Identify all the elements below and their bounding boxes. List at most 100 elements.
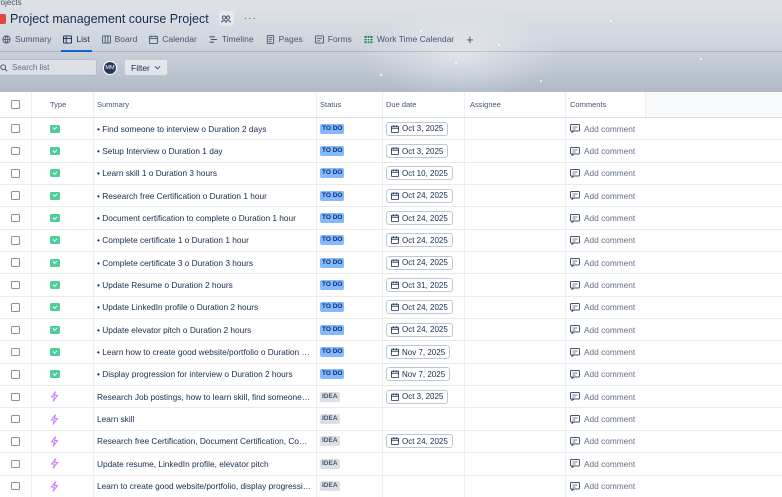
summary-cell[interactable]: • Research free Certification o Duration…: [94, 185, 317, 207]
due-date-chip[interactable]: Oct 24, 2025: [386, 211, 453, 226]
table-row[interactable]: • Complete certificate 3 o Duration 3 ho…: [0, 252, 782, 275]
summary-cell[interactable]: • Complete certificate 1 o Duration 1 ho…: [94, 229, 317, 252]
status-cell[interactable]: TO DO: [317, 185, 383, 207]
status-cell[interactable]: TO DO: [317, 274, 383, 296]
comments-cell[interactable]: Add comment: [566, 118, 646, 139]
status-badge[interactable]: IDEA: [320, 481, 340, 492]
summary-text[interactable]: • Complete certificate 3 o Duration 3 ho…: [97, 258, 253, 268]
summary-cell[interactable]: • Complete certificate 3 o Duration 3 ho…: [94, 252, 317, 274]
add-comment-button[interactable]: Add comment: [570, 347, 635, 357]
summary-cell[interactable]: • Document certification to complete o D…: [94, 207, 317, 229]
table-row[interactable]: Research free Certification, Document Ce…: [0, 430, 782, 454]
summary-cell[interactable]: • Find someone to interview o Duration 2…: [94, 118, 317, 140]
row-checkbox[interactable]: [11, 392, 20, 402]
column-header-due-date[interactable]: Due date: [383, 92, 465, 117]
comments-cell[interactable]: Add comment: [566, 364, 646, 385]
type-cell[interactable]: [32, 185, 94, 207]
type-cell[interactable]: [32, 319, 94, 341]
add-view-button[interactable]: +: [460, 32, 480, 47]
summary-text[interactable]: Research Job postings, how to learn skil…: [97, 392, 311, 402]
summary-text[interactable]: • Setup Interview o Duration 1 day: [97, 146, 223, 156]
type-cell[interactable]: [32, 296, 94, 319]
status-cell[interactable]: IDEA: [317, 430, 383, 453]
tab-work-time-calendar[interactable]: Work Time Calendar: [358, 31, 460, 47]
type-cell[interactable]: [32, 363, 94, 386]
row-checkbox[interactable]: [11, 280, 20, 290]
comments-cell[interactable]: Add comment: [566, 274, 646, 295]
add-comment-button[interactable]: Add comment: [570, 459, 635, 469]
type-cell[interactable]: [32, 274, 94, 296]
assignee-cell[interactable]: [465, 207, 566, 229]
table-row[interactable]: Learn skill IDEA Add comment: [0, 408, 782, 431]
due-date-chip[interactable]: Oct 24, 2025: [386, 233, 453, 248]
select-all-checkbox[interactable]: [11, 100, 20, 109]
row-checkbox[interactable]: [11, 236, 20, 245]
comments-cell[interactable]: Add comment: [566, 163, 646, 184]
summary-cell[interactable]: Research free Certification, Document Ce…: [94, 430, 317, 453]
status-badge[interactable]: TO DO: [320, 257, 345, 268]
due-date-chip[interactable]: Oct 31, 2025: [386, 278, 453, 293]
comments-cell[interactable]: Add comment: [566, 252, 646, 273]
add-comment-button[interactable]: Add comment: [570, 414, 635, 424]
due-date-cell[interactable]: Oct 24, 2025: [383, 430, 465, 453]
summary-cell[interactable]: • Learn how to create good website/portf…: [94, 341, 317, 363]
search-box[interactable]: [0, 59, 97, 76]
assignee-cell[interactable]: [465, 162, 566, 185]
row-checkbox[interactable]: [11, 258, 20, 267]
status-cell[interactable]: TO DO: [317, 296, 383, 319]
comments-cell[interactable]: Add comment: [566, 319, 646, 340]
row-checkbox[interactable]: [11, 347, 20, 357]
due-date-chip[interactable]: Oct 24, 2025: [386, 188, 453, 203]
status-cell[interactable]: IDEA: [317, 386, 383, 408]
assignee-cell[interactable]: [465, 430, 566, 453]
type-cell[interactable]: [32, 408, 94, 430]
add-comment-button[interactable]: Add comment: [570, 302, 635, 312]
tab-summary[interactable]: Summary: [0, 31, 57, 47]
add-comment-button[interactable]: Add comment: [570, 481, 635, 491]
status-cell[interactable]: TO DO: [317, 118, 383, 140]
due-date-cell[interactable]: [383, 475, 465, 497]
summary-text[interactable]: Learn to create good website/portfolio, …: [97, 481, 311, 491]
row-checkbox[interactable]: [11, 437, 20, 446]
due-date-chip[interactable]: Oct 24, 2025: [386, 322, 453, 337]
assignee-cell[interactable]: [465, 408, 566, 430]
due-date-cell[interactable]: [383, 453, 465, 475]
comments-cell[interactable]: Add comment: [566, 297, 646, 318]
summary-text[interactable]: • Learn skill 1 o Duration 3 hours: [97, 168, 217, 178]
due-date-cell[interactable]: Oct 31, 2025: [383, 274, 465, 296]
status-badge[interactable]: TO DO: [320, 168, 345, 179]
status-cell[interactable]: TO DO: [317, 319, 383, 341]
row-checkbox[interactable]: [11, 191, 20, 200]
due-date-cell[interactable]: Oct 24, 2025: [383, 319, 465, 341]
table-row[interactable]: • Learn skill 1 o Duration 3 hours TO DO O…: [0, 162, 782, 186]
summary-cell[interactable]: • Display progression for interview o Du…: [94, 363, 317, 386]
assignee-cell[interactable]: [465, 140, 566, 162]
table-row[interactable]: • Learn how to create good website/portf…: [0, 341, 782, 364]
table-row[interactable]: • Complete certificate 1 o Duration 1 ho…: [0, 229, 782, 253]
comments-cell[interactable]: Add comment: [566, 341, 646, 362]
add-comment-button[interactable]: Add comment: [570, 191, 635, 201]
status-cell[interactable]: TO DO: [317, 252, 383, 274]
add-comment-button[interactable]: Add comment: [570, 258, 635, 268]
due-date-cell[interactable]: Oct 3, 2025: [383, 140, 465, 162]
search-input[interactable]: [12, 63, 92, 72]
column-header-summary[interactable]: Summary: [94, 92, 317, 117]
comments-cell[interactable]: Add comment: [566, 431, 646, 452]
add-comment-button[interactable]: Add comment: [570, 436, 635, 446]
type-cell[interactable]: [32, 453, 94, 475]
summary-text[interactable]: Update resume, LinkedIn profile, elevato…: [97, 459, 269, 469]
summary-text[interactable]: • Research free Certification o Duration…: [97, 191, 267, 201]
assignee-cell[interactable]: [465, 341, 566, 363]
status-badge[interactable]: TO DO: [320, 123, 345, 134]
add-comment-button[interactable]: Add comment: [570, 213, 635, 223]
status-cell[interactable]: TO DO: [317, 207, 383, 229]
assignee-cell[interactable]: [465, 118, 566, 140]
assignee-cell[interactable]: [465, 386, 566, 408]
summary-text[interactable]: • Display progression for interview o Du…: [97, 369, 293, 379]
tab-pages[interactable]: Pages: [260, 31, 309, 47]
due-date-cell[interactable]: Oct 10, 2025: [383, 162, 465, 185]
type-cell[interactable]: [32, 229, 94, 252]
due-date-chip[interactable]: Oct 3, 2025: [386, 389, 449, 404]
status-badge[interactable]: TO DO: [320, 235, 345, 246]
summary-cell[interactable]: • Setup Interview o Duration 1 day: [94, 140, 317, 162]
